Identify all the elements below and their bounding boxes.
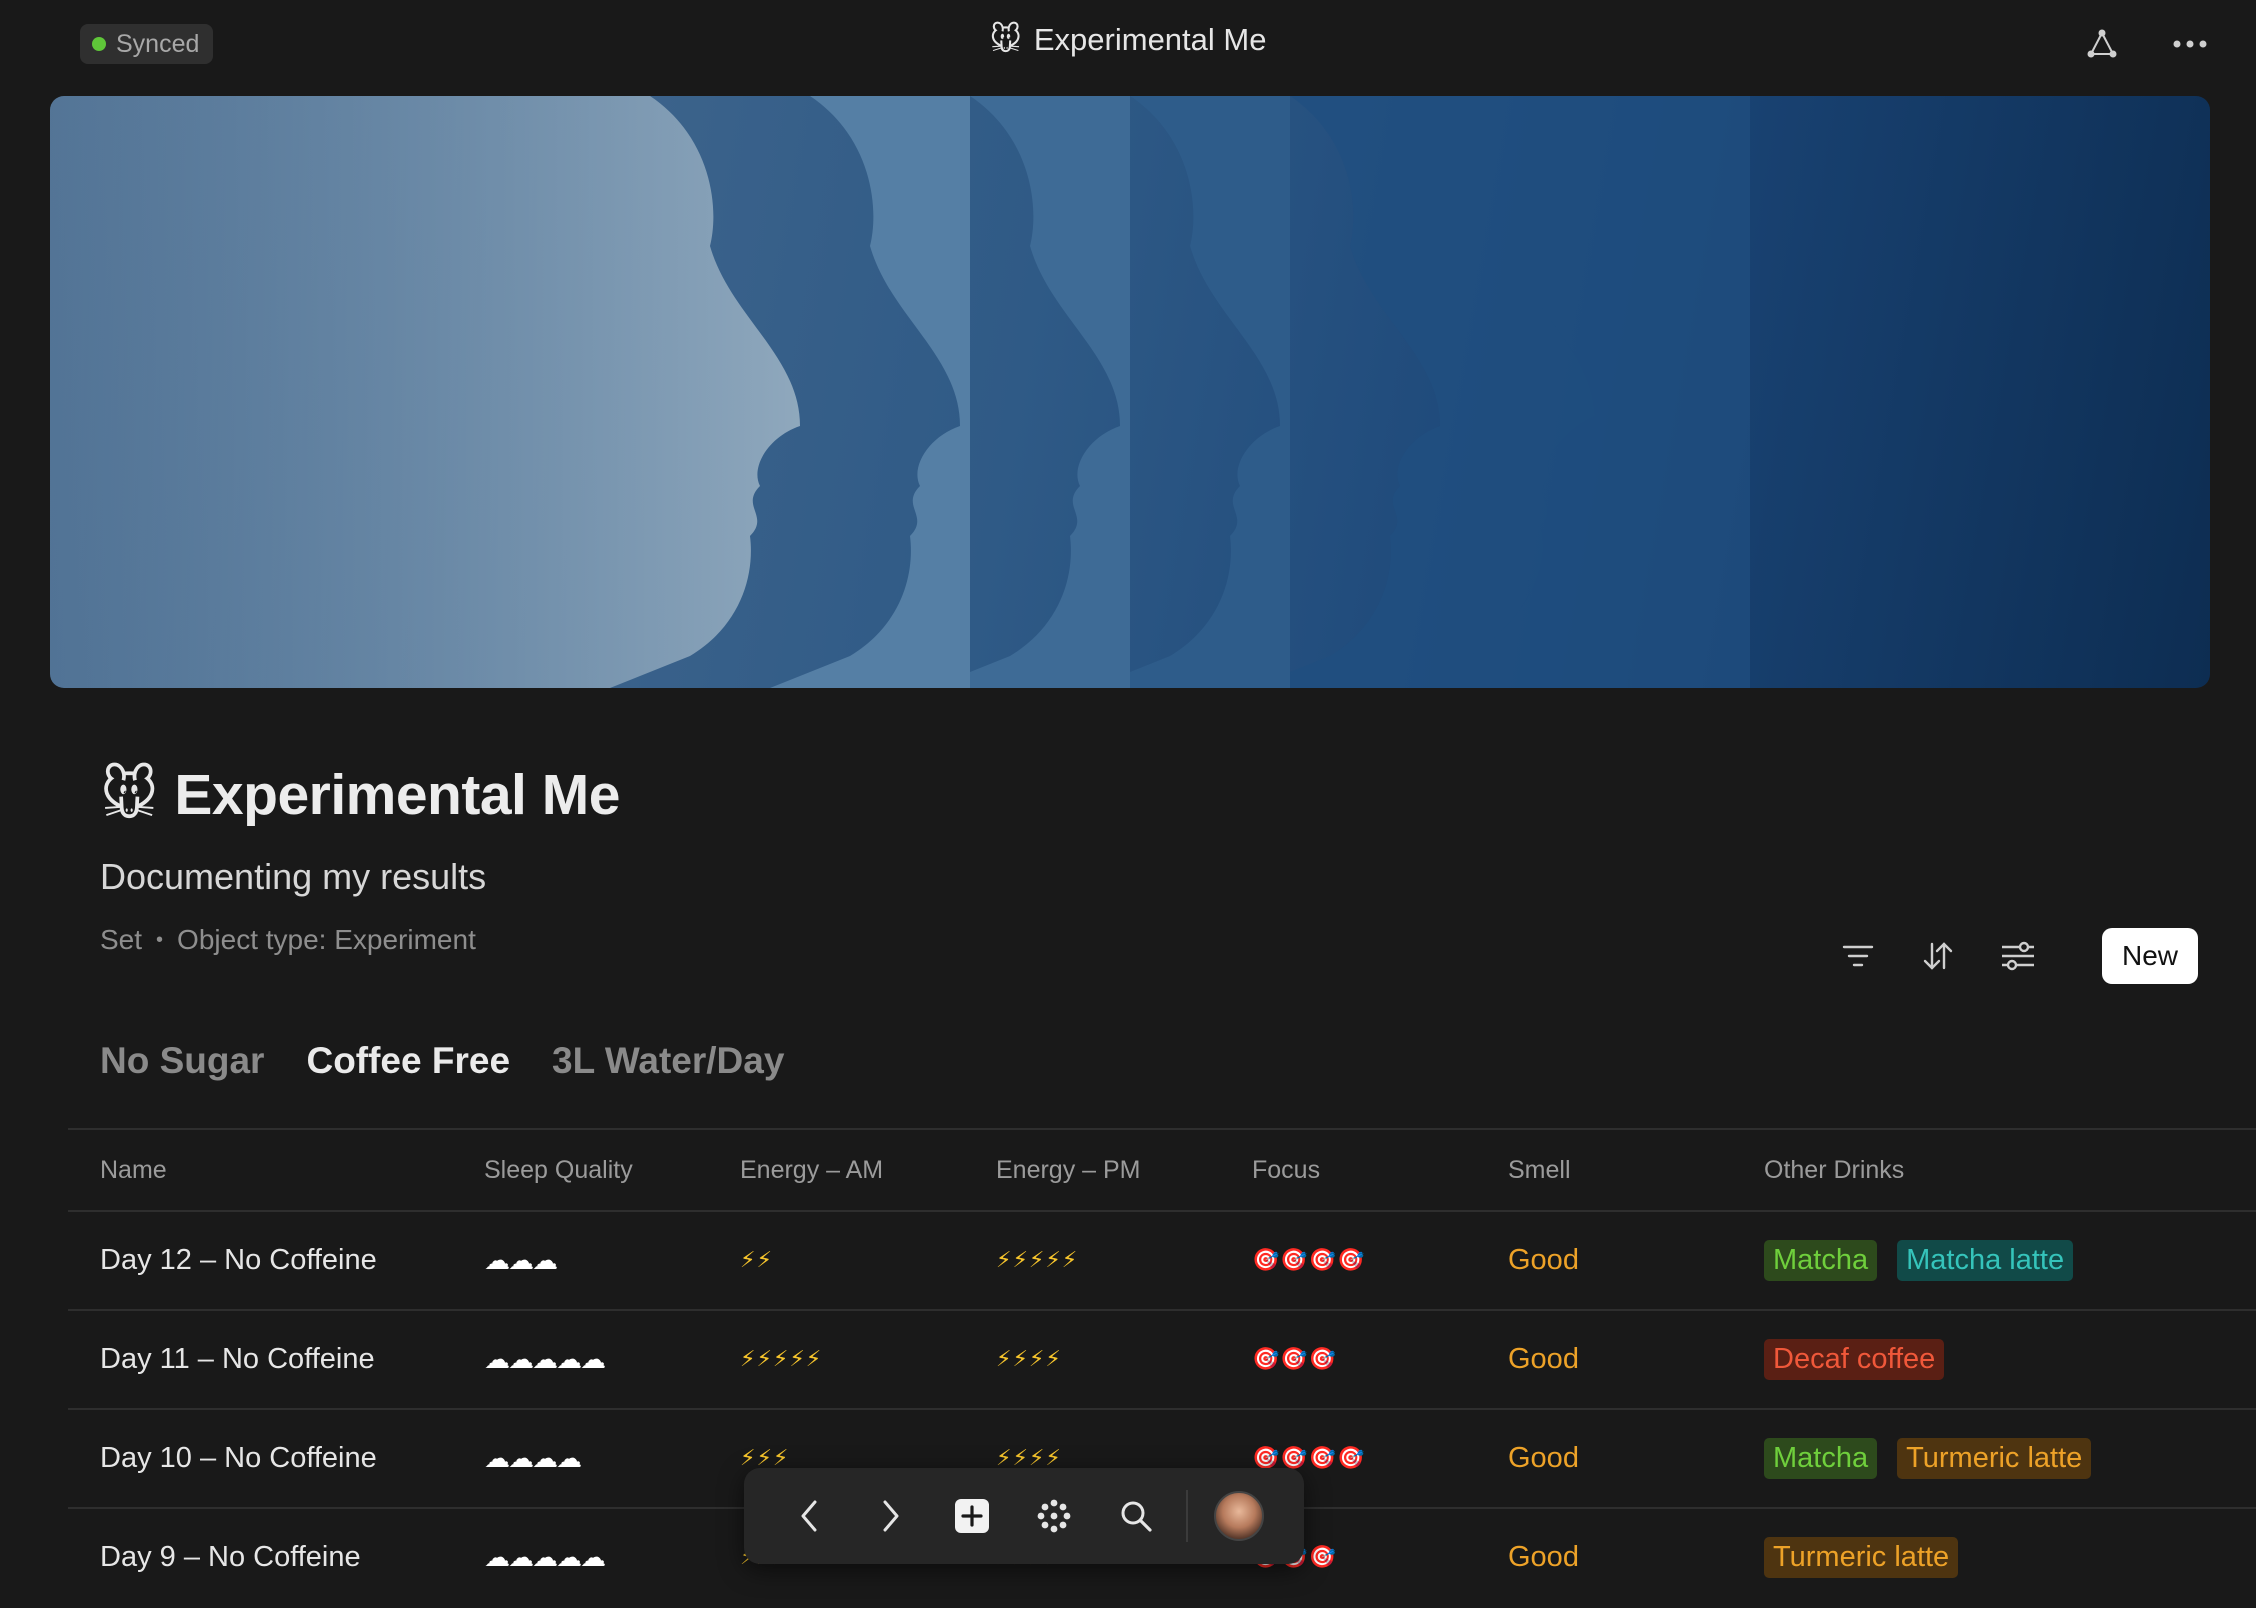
- table-row[interactable]: Day 12 – No Coffeine ☁☁☁ ⚡⚡ ⚡⚡⚡⚡⚡ 🎯🎯🎯🎯 G…: [68, 1210, 2256, 1309]
- row-name[interactable]: Day 10 – No Coffeine: [68, 1442, 452, 1475]
- nav-divider: [1186, 1490, 1189, 1542]
- row-name[interactable]: Day 9 – No Coffeine: [68, 1541, 452, 1574]
- meta-separator: •: [156, 928, 164, 951]
- energy-pm-lightning-icons[interactable]: ⚡⚡⚡⚡⚡: [964, 1248, 1220, 1273]
- tab-coffee-free[interactable]: Coffee Free: [306, 1040, 510, 1082]
- page-meta: Set • Object type: Experiment: [100, 924, 476, 956]
- table-row[interactable]: Day 11 – No Coffeine ☁☁☁☁☁ ⚡⚡⚡⚡⚡ ⚡⚡⚡⚡ 🎯🎯…: [68, 1309, 2256, 1408]
- column-header-energy-pm[interactable]: Energy – PM: [964, 1156, 1220, 1185]
- tab-no-sugar[interactable]: No Sugar: [100, 1040, 264, 1082]
- filter-icon[interactable]: [1836, 934, 1880, 978]
- window-title-label: Experimental Me: [1033, 22, 1267, 57]
- window-title: 🐭 Experimental Me: [0, 22, 2256, 58]
- other-drinks-tags[interactable]: Turmeric latte: [1732, 1537, 2232, 1578]
- graph-icon[interactable]: [2080, 22, 2124, 66]
- plus-icon[interactable]: [931, 1475, 1013, 1557]
- drink-tag: Turmeric latte: [1897, 1438, 2092, 1479]
- view-tabs: No Sugar Coffee Free 3L Water/Day: [100, 1040, 784, 1082]
- drink-tag: Matcha: [1764, 1438, 1878, 1479]
- other-drinks-tags[interactable]: Matcha Matcha latte: [1732, 1240, 2232, 1281]
- meta-object-type[interactable]: Object type: Experiment: [177, 924, 476, 956]
- other-drinks-tags[interactable]: Decaf coffee: [1732, 1339, 2232, 1380]
- energy-am-lightning-icons[interactable]: ⚡⚡: [708, 1248, 964, 1273]
- smell-value[interactable]: Good: [1476, 1541, 1732, 1574]
- page-description[interactable]: Documenting my results: [100, 856, 486, 898]
- face-silhouettes-illustration: [50, 96, 1750, 688]
- sleep-quality-cloud-icons[interactable]: ☁☁☁: [452, 1246, 708, 1276]
- smell-value[interactable]: Good: [1476, 1343, 1732, 1376]
- other-drinks-tags[interactable]: Matcha Turmeric latte: [1732, 1438, 2232, 1479]
- column-header-name[interactable]: Name: [68, 1156, 452, 1185]
- page-title[interactable]: Experimental Me: [174, 762, 620, 828]
- cover-image: [50, 96, 2210, 688]
- tab-3l-water-day[interactable]: 3L Water/Day: [552, 1040, 784, 1082]
- top-bar: Synced 🐭 Experimental Me: [0, 0, 2256, 88]
- more-icon[interactable]: [2168, 22, 2212, 66]
- settings-sliders-icon[interactable]: [1996, 934, 2040, 978]
- energy-pm-lightning-icons[interactable]: ⚡⚡⚡⚡: [964, 1347, 1220, 1372]
- drink-tag: Decaf coffee: [1764, 1339, 1945, 1380]
- smell-value[interactable]: Good: [1476, 1442, 1732, 1475]
- column-header-focus[interactable]: Focus: [1220, 1156, 1476, 1185]
- new-object-button[interactable]: New: [2101, 928, 2198, 984]
- column-header-smell[interactable]: Smell: [1476, 1156, 1732, 1185]
- page-mouse-icon: 🐭: [100, 762, 159, 828]
- search-icon[interactable]: [1095, 1475, 1177, 1557]
- drink-tag: Matcha latte: [1897, 1240, 2074, 1281]
- meta-kind: Set: [100, 924, 143, 955]
- focus-target-icons[interactable]: 🎯🎯🎯: [1220, 1347, 1476, 1372]
- sleep-quality-cloud-icons[interactable]: ☁☁☁☁☁: [452, 1543, 708, 1573]
- page-title-row: 🐭 Experimental Me: [100, 762, 620, 828]
- drink-tag: Turmeric latte: [1764, 1537, 1959, 1578]
- forward-icon[interactable]: [850, 1475, 932, 1557]
- drink-tag: Matcha: [1764, 1240, 1878, 1281]
- row-name[interactable]: Day 11 – No Coffeine: [68, 1343, 452, 1376]
- energy-am-lightning-icons[interactable]: ⚡⚡⚡⚡⚡: [708, 1347, 964, 1372]
- table-header-row: Name Sleep Quality Energy – AM Energy – …: [68, 1128, 2256, 1210]
- column-header-sleep-quality[interactable]: Sleep Quality: [452, 1156, 708, 1185]
- back-icon[interactable]: [768, 1475, 850, 1557]
- sleep-quality-cloud-icons[interactable]: ☁☁☁☁☁: [452, 1345, 708, 1375]
- avatar: [1214, 1491, 1265, 1541]
- column-header-other-drinks[interactable]: Other Drinks: [1732, 1156, 2232, 1185]
- column-header-energy-am[interactable]: Energy – AM: [708, 1156, 964, 1185]
- sort-icon[interactable]: [1916, 934, 1960, 978]
- floating-nav-bar: [744, 1468, 1304, 1564]
- user-avatar-button[interactable]: [1198, 1475, 1280, 1557]
- smell-value[interactable]: Good: [1476, 1244, 1732, 1277]
- graph-dots-icon[interactable]: [1013, 1475, 1095, 1557]
- sleep-quality-cloud-icons[interactable]: ☁☁☁☁: [452, 1444, 708, 1474]
- set-toolbar: New: [1836, 928, 2198, 984]
- row-name[interactable]: Day 12 – No Coffeine: [68, 1244, 452, 1277]
- focus-target-icons[interactable]: 🎯🎯🎯🎯: [1220, 1248, 1476, 1273]
- mouse-icon: 🐭: [989, 22, 1022, 58]
